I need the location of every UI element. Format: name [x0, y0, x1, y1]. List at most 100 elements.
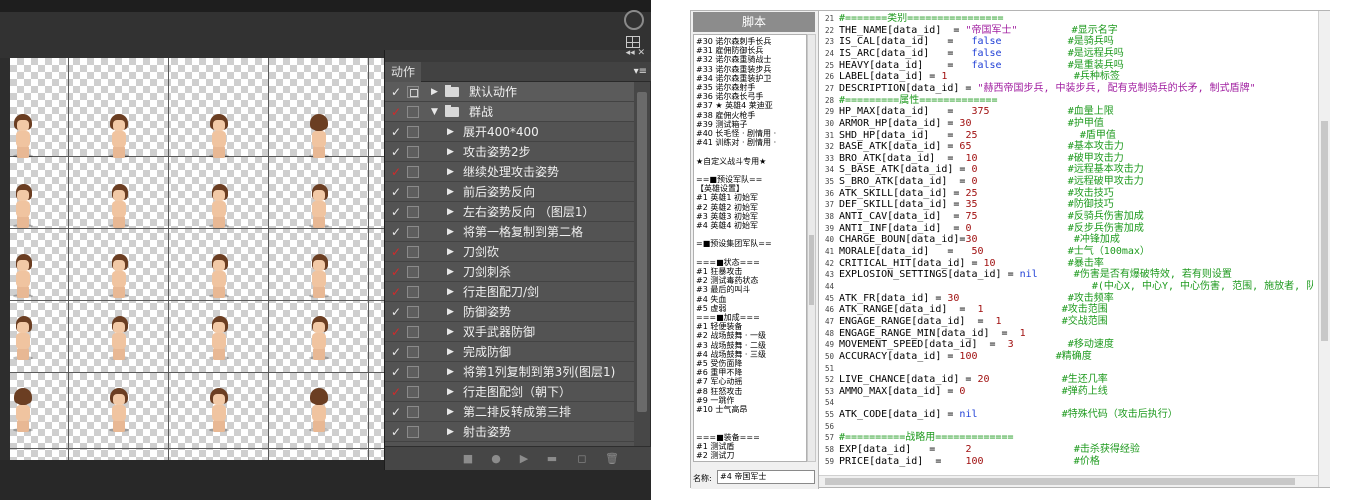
code-line[interactable]: 33 BRO_ATK[data_id] = 10 #破甲攻击力: [825, 153, 1124, 165]
dialog-toggle-box[interactable]: [407, 86, 419, 98]
toggle-check-icon[interactable]: ✓: [389, 102, 403, 122]
toggle-check-icon[interactable]: ✓: [389, 362, 403, 382]
code-line[interactable]: 40 CHARGE_BOUN[data_id]=30 #冲锋加成: [825, 234, 1120, 246]
code-line[interactable]: 34 S_BASE_ATK[data_id] = 0 #远程基本攻击力: [825, 164, 1144, 176]
code-line[interactable]: 25 HEAVY[data_id] = false #是重装兵吗: [825, 60, 1124, 72]
code-line[interactable]: 31 SHD_HP[data_id] = 25 #盾甲值: [825, 130, 1116, 142]
script-list-item[interactable]: #10 士气高昂: [696, 405, 747, 415]
code-area[interactable]: 21 #=======类别================ 22 THE_NAME[d…: [825, 13, 1313, 473]
code-line[interactable]: 48 ENGAGE_RANGE_MIN[data_id] = 1: [825, 328, 1026, 340]
code-line[interactable]: 39 ANTI_INF[data_id] = 0 #反步兵伤害加成: [825, 223, 1144, 235]
panel-menu-icon[interactable]: ▾≡: [634, 66, 647, 77]
toggle-check-icon[interactable]: ✓: [389, 302, 403, 322]
expand-right-icon[interactable]: ▶: [447, 342, 454, 362]
dialog-toggle-box[interactable]: [407, 286, 419, 298]
action-row[interactable]: ✓ ▶ 行走图配刀/剑: [385, 282, 635, 302]
code-line[interactable]: 38 ANTI_CAV[data_id] = 75 #反骑兵伤害加成: [825, 211, 1144, 223]
scrollbar-thumb[interactable]: [637, 92, 647, 412]
action-row[interactable]: ✓ ▶ 双手武器防御: [385, 322, 635, 342]
panel-collapse-bar[interactable]: ◂◂ ✕: [385, 48, 651, 62]
dialog-toggle-box[interactable]: [407, 166, 419, 178]
code-line[interactable]: 24 IS_ARC[data_id] = false #是远程兵吗: [825, 48, 1124, 60]
action-row[interactable]: ✓ ▶ 将第1列复制到第3列(图层1): [385, 362, 635, 382]
dialog-toggle-box[interactable]: [407, 226, 419, 238]
expand-right-icon[interactable]: ▶: [447, 242, 454, 262]
code-line[interactable]: 36 ATK_SKILL[data_id] = 25 #攻击技巧: [825, 188, 1114, 200]
action-row[interactable]: ✓ ▶ 射击姿势: [385, 422, 635, 442]
code-line[interactable]: 35 S_BRO_ATK[data_id] = 0 #远程破甲攻击力: [825, 176, 1144, 188]
code-line[interactable]: 28 #=========属性=============: [825, 95, 997, 107]
action-row[interactable]: ✓ ▶ 刀剑砍: [385, 242, 635, 262]
script-list-scrollbar[interactable]: [807, 34, 816, 462]
double-arrow-icon[interactable]: ◂◂ ✕: [626, 48, 645, 58]
action-row[interactable]: ✓ ▶ 将第一格复制到第二格: [385, 222, 635, 242]
toggle-check-icon[interactable]: ✓: [389, 402, 403, 422]
toggle-check-icon[interactable]: ✓: [389, 222, 403, 242]
expand-right-icon[interactable]: ▶: [447, 302, 454, 322]
dialog-toggle-box[interactable]: [407, 206, 419, 218]
action-row[interactable]: ✓ ▶ 行走图配剑（朝下）: [385, 382, 635, 402]
action-row[interactable]: ✓ ▶ 攻击姿势2步: [385, 142, 635, 162]
code-line[interactable]: 29 HP_MAX[data_id] = 375 #血量上限: [825, 106, 1114, 118]
code-line[interactable]: 58 EXP[data_id] = 2 #击杀获得经验: [825, 444, 1140, 456]
name-input[interactable]: #4 帝国军士: [717, 470, 815, 484]
expand-right-icon[interactable]: ▶: [447, 262, 454, 282]
action-row[interactable]: ✓ ▶ 继续处理攻击姿势: [385, 162, 635, 182]
script-list-item[interactable]: #4 英雄4 初始军: [696, 221, 758, 231]
toggle-check-icon[interactable]: ✓: [389, 122, 403, 142]
expand-right-icon[interactable]: ▶: [431, 82, 438, 102]
action-row[interactable]: ✓ ▶ 防御姿势: [385, 302, 635, 322]
expand-right-icon[interactable]: ▶: [447, 362, 454, 382]
actions-scrollbar[interactable]: [634, 82, 650, 446]
expand-right-icon[interactable]: ▶: [447, 382, 454, 402]
grid-icon[interactable]: [626, 36, 640, 48]
scrollbar-thumb[interactable]: [825, 478, 1295, 485]
toggle-check-icon[interactable]: ✓: [389, 182, 403, 202]
play-icon[interactable]: ▶: [517, 452, 531, 466]
toggle-check-icon[interactable]: ✓: [389, 422, 403, 442]
toggle-check-icon[interactable]: ✓: [389, 282, 403, 302]
brush-preview-icon[interactable]: [624, 10, 644, 30]
record-icon[interactable]: ●: [489, 452, 503, 466]
action-row[interactable]: ✓ ▶ 刀剑刺杀: [385, 262, 635, 282]
code-line[interactable]: 56: [825, 421, 839, 433]
expand-right-icon[interactable]: ▶: [447, 142, 454, 162]
code-line[interactable]: 47 ENGAGE_RANGE[data_id] = 1 #交战范围: [825, 316, 1108, 328]
expand-down-icon[interactable]: ▼: [431, 102, 438, 122]
toggle-check-icon[interactable]: ✓: [389, 202, 403, 222]
trash-icon[interactable]: 🗑: [605, 452, 619, 466]
code-line[interactable]: 26 LABEL[data_id] = 1 #兵种标签: [825, 71, 1120, 83]
tab-actions[interactable]: 动作: [385, 62, 422, 82]
expand-right-icon[interactable]: ▶: [447, 322, 454, 342]
toggle-check-icon[interactable]: ✓: [389, 342, 403, 362]
expand-right-icon[interactable]: ▶: [447, 282, 454, 302]
expand-right-icon[interactable]: ▶: [447, 202, 454, 222]
code-line[interactable]: 44 #(中心X, 中心Y, 中心伤害, 范围, 施放者, 队: [825, 281, 1313, 293]
expand-right-icon[interactable]: ▶: [447, 422, 454, 442]
action-row[interactable]: ✓ ▶ 完成防御: [385, 342, 635, 362]
action-row[interactable]: ✓ ▶ 左右姿势反向 （图层1）: [385, 202, 635, 222]
dialog-toggle-box[interactable]: [407, 106, 419, 118]
dialog-toggle-box[interactable]: [407, 386, 419, 398]
dialog-toggle-box[interactable]: [407, 326, 419, 338]
code-line[interactable]: 21 #=======类别================: [825, 13, 1004, 25]
code-line[interactable]: 22 THE_NAME[data_id] = "帝国军士" #显示名字: [825, 25, 1118, 37]
toggle-check-icon[interactable]: ✓: [389, 262, 403, 282]
dialog-toggle-box[interactable]: [407, 186, 419, 198]
dialog-toggle-box[interactable]: [407, 266, 419, 278]
code-line[interactable]: 52 LIVE_CHANCE[data_id] = 20 #生还几率: [825, 374, 1108, 386]
action-set-row[interactable]: ✓ ▶ 默认动作: [385, 82, 635, 102]
new-action-icon[interactable]: ◻: [575, 452, 589, 466]
toggle-check-icon[interactable]: ✓: [389, 142, 403, 162]
code-line[interactable]: 55 ATK_CODE[data_id] = nil #特殊代码（攻击后执行）: [825, 409, 1178, 421]
code-line[interactable]: 49 MOVEMENT_SPEED[data_id] = 3 #移动速度: [825, 339, 1114, 351]
code-line[interactable]: 23 IS_CAL[data_id] = false #是骑兵吗: [825, 36, 1114, 48]
code-line[interactable]: 59 PRICE[data_id] = 100 #价格: [825, 456, 1100, 468]
script-list[interactable]: #30 诺尔森刺手长兵 #31 雇佣防御长兵 #32 诺尔森重骑战士 #33 诺尔森重…: [693, 34, 807, 462]
action-row[interactable]: ✓ ▶ 第二排反转成第三排: [385, 402, 635, 422]
code-line[interactable]: 50 ACCURACY[data_id] = 100 #精确度: [825, 351, 1092, 363]
code-line[interactable]: 57 #==========战略用=============: [825, 432, 1014, 444]
new-set-icon[interactable]: ▬: [545, 452, 559, 466]
script-list-item[interactable]: =■预设集团军队==: [696, 239, 772, 249]
stop-icon[interactable]: ■: [461, 452, 475, 466]
